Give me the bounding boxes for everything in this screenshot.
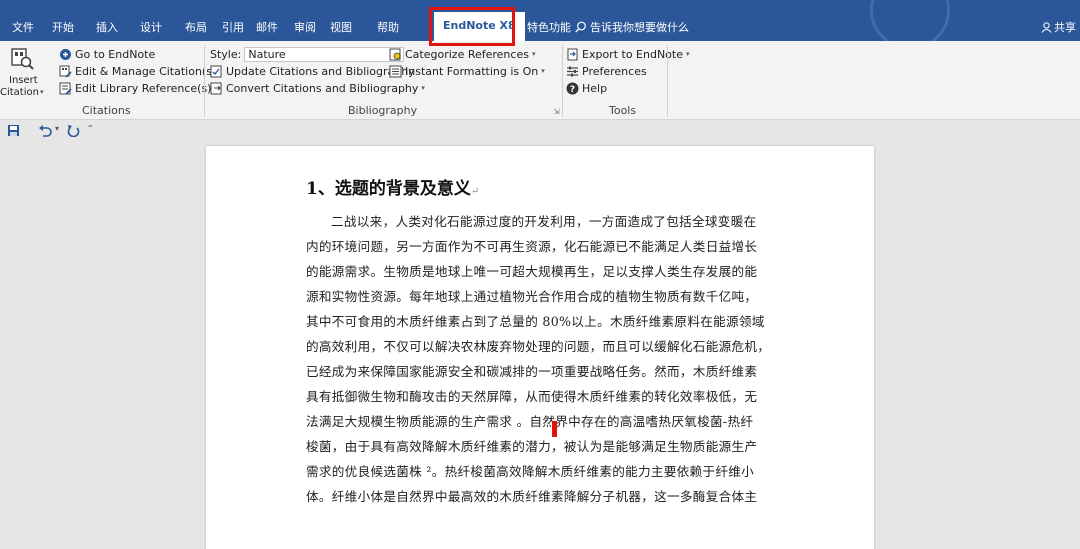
paragraph-mark-icon: ↵: [470, 186, 480, 197]
ribbon-tab-bar: 文件 开始 插入 设计 布局 引用 邮件 审阅 视图 帮助 EndNote X8…: [0, 0, 1080, 50]
tools-group-label: Tools: [609, 104, 637, 117]
tab-file[interactable]: 文件: [12, 19, 34, 35]
go-to-endnote-button[interactable]: Go to EndNote: [59, 46, 155, 62]
help-button[interactable]: ? Help: [566, 80, 607, 96]
categorize-references-label: Categorize References: [405, 47, 529, 61]
body-line: 的能源需求。生物质是地球上唯一可超大规模再生，足以支撑人类生存发展的能: [306, 264, 758, 279]
update-citations-label: Update Citations and Bibliography: [226, 64, 415, 78]
dialog-launcher-icon[interactable]: ⇲: [553, 107, 560, 116]
tell-me-label: 告诉我你想要做什么: [590, 21, 689, 34]
tab-review[interactable]: 审阅: [294, 19, 316, 35]
preferences-label: Preferences: [582, 64, 647, 78]
categorize-references-button[interactable]: Categorize References ▾: [389, 46, 535, 62]
body-line: 需求的优良候选菌株 ²。热纤梭菌高效降解木质纤维素的能力主要依赖于纤维小: [306, 464, 755, 479]
customize-toolbar-icon[interactable]: ⁼: [88, 124, 93, 134]
tab-layout[interactable]: 布局: [185, 19, 207, 35]
body-line: 的高效利用，不仅可以解决农林废弃物处理的问题，而且可以缓解化石能源危机，: [306, 339, 771, 354]
dropdown-arrow-icon: ▾: [40, 88, 44, 96]
group-divider: [667, 45, 668, 117]
tab-insert[interactable]: 插入: [96, 19, 118, 35]
share-button[interactable]: 共享: [1041, 19, 1076, 35]
body-line: 已经成为来保障国家能源安全和碳减排的一项重要战略任务。然而，木质纤维素: [306, 364, 758, 379]
tab-view[interactable]: 视图: [330, 19, 352, 35]
tab-mailings[interactable]: 邮件: [256, 19, 278, 35]
body-line: 源和实物性资源。每年地球上通过植物光合作用合成的植物生物质有数千亿吨，: [306, 289, 758, 304]
edit-library-reference-button[interactable]: Edit Library Reference(s): [59, 80, 211, 96]
person-icon: [1041, 22, 1052, 33]
svg-text:?: ?: [570, 85, 575, 95]
instant-formatting-label: Instant Formatting is On: [405, 64, 539, 78]
export-icon: [567, 48, 578, 60]
body-line: 体。纤维小体是自然界中最高效的木质纤维素降解分子机器，这一多酶复合体主: [306, 489, 758, 504]
tab-home[interactable]: 开始: [52, 19, 74, 35]
insert-citation-icon: [11, 48, 34, 70]
convert-citations-icon: [210, 82, 222, 94]
quick-access-toolbar: ▾ ⁼: [0, 121, 1080, 144]
section-heading: 1、选题的背景及意义↵: [306, 174, 479, 199]
tab-references[interactable]: 引用: [222, 19, 244, 35]
insert-citation-button[interactable]: Insert Citation ▾: [0, 45, 44, 101]
bibliography-group-label: Bibliography: [348, 104, 418, 117]
document-page[interactable]: 1、选题的背景及意义↵ 二战以来，人类对化石能源过度的开发利用，一方面造成了包括…: [206, 146, 874, 549]
tab-help[interactable]: 帮助: [377, 19, 399, 35]
style-value: Nature: [248, 47, 286, 61]
citations-group-label: Citations: [82, 104, 131, 117]
tell-me-search[interactable]: 告诉我你想要做什么: [575, 19, 689, 35]
undo-dropdown-icon[interactable]: ▾: [55, 124, 59, 133]
insert-citation-label-2: Citation: [0, 87, 39, 98]
dropdown-arrow-icon: ▾: [541, 67, 545, 75]
lightbulb-search-icon: [575, 21, 586, 33]
preferences-button[interactable]: Preferences: [566, 63, 647, 79]
redo-icon[interactable]: [67, 124, 80, 137]
body-line: 法满足大规模生物质能源的生产需求 。自然界中存在的高温嗜热厌氧梭菌-热纤: [306, 414, 754, 429]
body-line: 梭菌，由于具有高效降解木质纤维素的潜力，被认为是能够满足生物质能源生产: [306, 439, 758, 454]
save-icon[interactable]: [7, 124, 20, 137]
edit-manage-citations-label: Edit & Manage Citation(s): [75, 64, 217, 78]
dropdown-arrow-icon: ▾: [531, 50, 536, 58]
update-citations-icon: [210, 65, 222, 77]
edit-library-reference-label: Edit Library Reference(s): [75, 81, 212, 95]
tab-special-features[interactable]: 特色功能: [527, 19, 571, 35]
update-citations-button[interactable]: Update Citations and Bibliography: [210, 63, 415, 79]
style-label: Style:: [210, 47, 242, 61]
preferences-icon: [567, 66, 578, 76]
style-dropdown[interactable]: Nature ▼: [244, 46, 405, 62]
go-to-endnote-label: Go to EndNote: [75, 47, 156, 61]
categorize-icon: [389, 48, 401, 60]
tab-design[interactable]: 设计: [140, 19, 162, 35]
body-line: 二战以来，人类对化石能源过度的开发利用，一方面造成了包括全球变暖在: [331, 214, 757, 229]
help-icon: ?: [566, 82, 579, 95]
edit-citation-icon: [59, 65, 72, 78]
share-label: 共享: [1054, 21, 1076, 34]
instant-formatting-button[interactable]: Instant Formatting is On ▾: [389, 63, 545, 79]
group-divider: [562, 45, 563, 117]
endnote-logo-icon: [60, 48, 71, 60]
dropdown-arrow-icon: ▾: [686, 50, 690, 58]
endnote-ribbon: Insert Citation ▾ Go to EndNote Edit & M…: [0, 41, 1080, 120]
dropdown-arrow-icon: ▾: [421, 84, 425, 92]
help-label: Help: [582, 81, 608, 95]
group-divider: [204, 45, 205, 117]
convert-citations-label: Convert Citations and Bibliography: [226, 81, 419, 95]
body-line: 其中不可食用的木质纤维素占到了总量的 80%以上。木质纤维素原料在能源领域: [306, 314, 765, 329]
export-to-endnote-button[interactable]: Export to EndNote ▾: [566, 46, 690, 62]
instant-formatting-icon: [389, 65, 402, 77]
convert-citations-button[interactable]: Convert Citations and Bibliography ▾: [210, 80, 425, 96]
citation-marker: [552, 421, 557, 437]
insert-citation-label-1: Insert: [9, 75, 38, 86]
body-line: 内的环境问题，另一方面作为不可再生资源，化石能源已不能满足人类日益增长: [306, 239, 758, 254]
tab-endnote-x8[interactable]: EndNote X8: [434, 12, 525, 41]
library-reference-icon: [59, 82, 72, 95]
style-selector[interactable]: Style: Nature ▼: [210, 46, 405, 62]
section-heading-text: 1、选题的背景及意义: [306, 179, 471, 199]
undo-icon[interactable]: [38, 124, 52, 137]
edit-manage-citations-button[interactable]: Edit & Manage Citation(s): [59, 63, 216, 79]
body-line: 具有抵御微生物和酶攻击的天然屏障，从而使得木质纤维素的转化效率极低，无: [306, 389, 758, 404]
